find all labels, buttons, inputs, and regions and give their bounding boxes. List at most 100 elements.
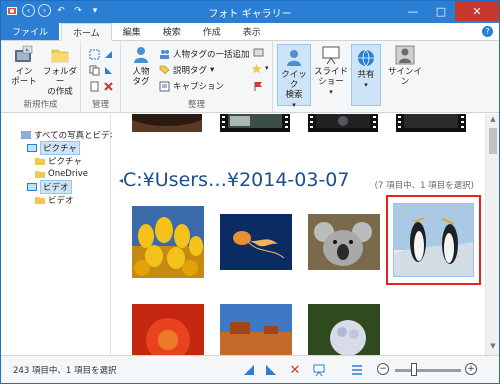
tree-item-onedrive[interactable]: OneDrive [35,167,118,180]
new-folder-button[interactable]: フォルダー の作成 [41,45,79,97]
rotate-right-icon [105,66,112,74]
rotate-left-icon[interactable] [241,362,257,378]
videos-library-icon [27,182,37,191]
delete-icon [104,81,113,91]
folder-icon [35,157,45,165]
share-dropdown-icon: ▾ [364,81,368,89]
zoom-out-button[interactable]: − [377,363,389,375]
person-icon [131,45,151,65]
slideshow-dropdown-icon: ▾ [329,88,333,96]
tab-view[interactable]: 表示 [232,23,272,40]
navigation-pane: すべての写真とビデオ ピクチャ ピクチャ OneDrive ビデオ ビデオ [1,114,118,355]
select-all-icon [89,49,100,59]
photo-thumbnail-desert[interactable] [220,304,292,355]
delete-button[interactable] [89,79,114,93]
vertical-scrollbar[interactable]: ▲ ▼ [485,114,499,355]
rotate-left-icon [105,50,112,58]
group-heading[interactable]: ◂C:¥Users…¥2014-03-07 [119,169,350,191]
select-all-button[interactable] [89,47,114,61]
scroll-up-icon[interactable]: ▲ [486,115,499,127]
copy-button[interactable] [89,63,114,77]
group-new: イン ポート フォルダー の作成 新規作成 [1,41,81,113]
rotate-right-icon[interactable] [263,362,279,378]
slideshow-icon [321,45,341,65]
geotag-button[interactable] [253,45,264,59]
selected-photo-highlight[interactable] [386,195,481,285]
photo-thumbnail-chrysanthemum[interactable] [132,304,204,355]
photo-thumbnail-koala[interactable] [308,214,380,270]
geotag-icon [253,48,264,56]
folder-icon [35,196,45,204]
delete-icon[interactable]: ✕ [287,362,303,378]
tab-edit[interactable]: 編集 [112,23,152,40]
scroll-down-icon[interactable]: ▼ [486,342,499,354]
ribbon: イン ポート フォルダー の作成 新規作成 管理 人物 タグ 人物タグの一括追加… [1,41,499,113]
photo-grid: ◂C:¥Users…¥2014-03-07 (7 項目中、1 項目を選択) [112,114,484,355]
share-globe-icon [356,48,376,68]
photo-thumbnail-hydrangea[interactable] [308,304,380,355]
tab-home[interactable]: ホーム [61,23,112,41]
flag-button[interactable] [253,79,264,93]
folder-tree: すべての写真とビデオ ピクチャ ピクチャ OneDrive ビデオ ビデオ [21,128,118,206]
details-view-icon[interactable] [349,362,365,378]
photo-gallery-window: ‹ › ↶ ↷ ▾ フォト ギャラリー — □ ✕ ファイル ホーム 編集 検索… [0,0,500,384]
photos-icon [21,130,31,139]
window-controls: — □ ✕ [399,1,499,21]
tree-item-pictures-library[interactable]: ピクチャ [27,140,118,155]
scrollbar-thumb[interactable] [489,128,497,154]
tree-item-videos-library[interactable]: ビデオ [27,179,118,194]
video-thumbnail[interactable] [308,114,378,132]
slideshow-icon[interactable] [311,362,327,378]
import-button[interactable]: イン ポート [7,45,41,87]
tree-item-all-photos[interactable]: すべての写真とビデオ [21,128,118,141]
photo-thumbnail-jellyfish[interactable] [220,214,292,270]
group-organize: 人物 タグ 人物タグの一括追加 説明タグ ▾ キャプション ▾ 整理 [121,41,273,113]
photo-thumbnail-penguins[interactable] [393,203,474,277]
photo-thumbnail[interactable] [132,114,202,132]
quick-find-button[interactable]: クイック 検索 ▾ [277,44,311,109]
group-label-organize: 整理 [187,100,205,110]
caption-button[interactable]: キャプション [159,79,224,93]
description-tag-button[interactable]: 説明タグ ▾ [159,63,214,77]
star-icon [251,63,262,73]
video-thumbnail[interactable] [396,114,466,132]
help-icon[interactable]: ? [482,26,493,37]
title-bar: ‹ › ↶ ↷ ▾ フォト ギャラリー — □ ✕ [1,1,499,23]
tree-item-pictures-folder[interactable]: ピクチャ [35,154,118,167]
ribbon-tabs: ファイル ホーム 編集 検索 作成 表示 [1,23,499,41]
slideshow-button[interactable]: スライド ショー ▾ [313,45,349,97]
close-button[interactable]: ✕ [455,1,499,21]
folder-icon [35,170,45,178]
status-text: 243 項目中、1 項目を選択 [13,366,117,376]
rating-dropdown-icon: ▾ [265,64,269,72]
signin-button[interactable]: サインイン [385,45,425,87]
import-icon [14,45,34,65]
group-manage: 管理 [81,41,121,113]
dropdown-arrow-icon: ▾ [210,65,215,75]
share-button[interactable]: 共有 ▾ [351,44,381,106]
video-thumbnail[interactable] [220,114,290,132]
maximize-button[interactable]: □ [427,1,455,21]
zoom-slider-thumb[interactable] [411,363,417,376]
caption-icon [159,81,170,91]
tree-item-videos-folder[interactable]: ビデオ [35,193,118,206]
pictures-library-icon [27,143,37,152]
zoom-slider-track[interactable] [395,369,461,372]
bulk-person-tag-button[interactable]: 人物タグの一括追加 [159,47,250,61]
group-label-new: 新規作成 [23,100,58,110]
copy-icon [89,65,100,75]
zoom-in-button[interactable]: + [465,363,477,375]
quick-find-icon [284,48,304,68]
signin-person-icon [395,45,415,65]
folder-icon [50,45,70,65]
photo-thumbnail-tulips[interactable] [132,206,204,278]
tab-file[interactable]: ファイル [1,23,60,40]
person-tag-button[interactable]: 人物 タグ [127,45,155,87]
tab-create[interactable]: 作成 [192,23,232,40]
flag-icon [254,81,262,91]
rating-button[interactable]: ▾ [251,61,269,75]
group-label-manage: 管理 [91,100,109,110]
tab-find[interactable]: 検索 [152,23,192,40]
status-bar: 243 項目中、1 項目を選択 ✕ − + [1,355,499,383]
minimize-button[interactable]: — [399,1,427,21]
